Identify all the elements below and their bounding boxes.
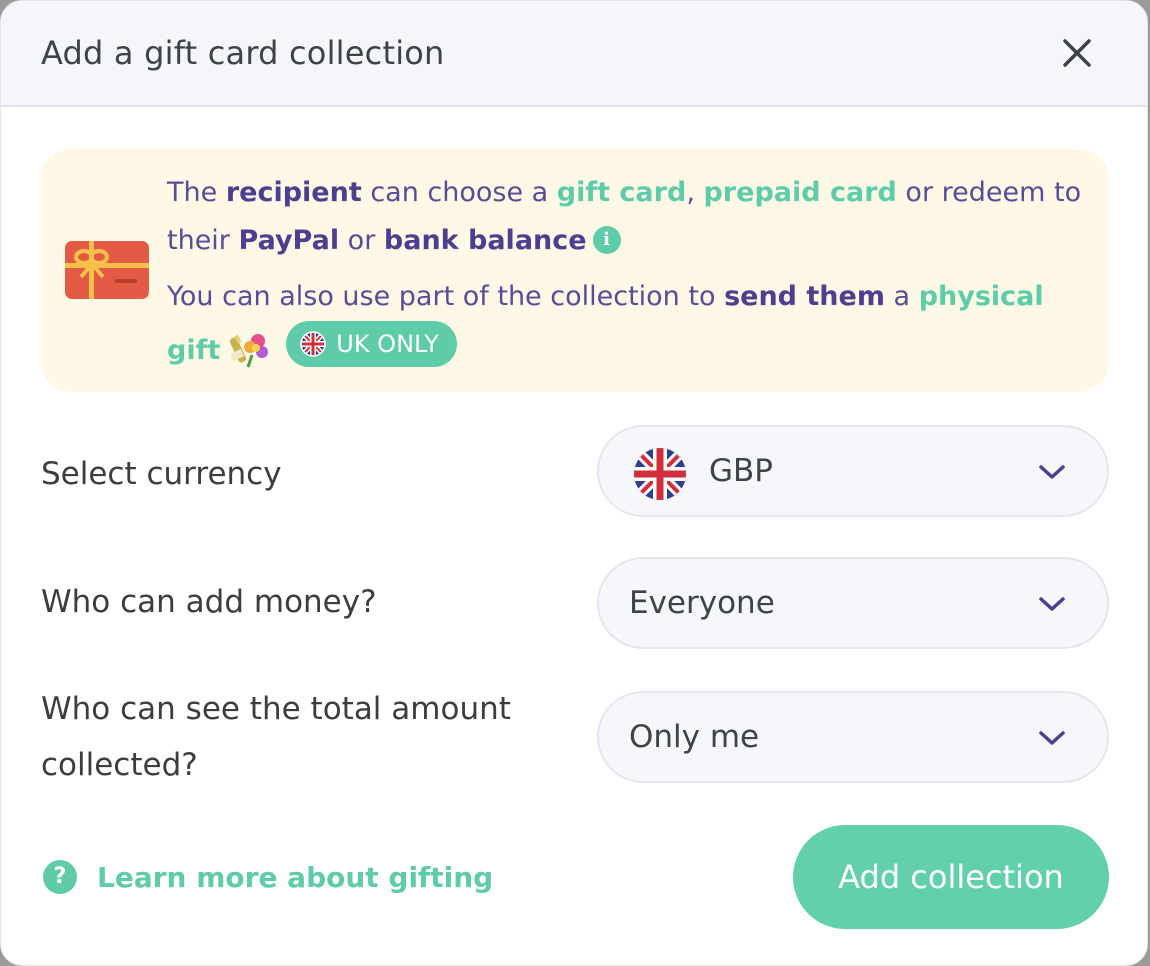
info-text-segment: a	[884, 281, 919, 312]
currency-value: GBP	[709, 453, 773, 489]
close-button[interactable]	[1059, 35, 1095, 71]
chevron-down-icon	[1039, 597, 1065, 611]
learn-more-label: Learn more about gifting	[97, 860, 494, 894]
who-see-select[interactable]: Only me	[597, 691, 1109, 783]
currency-label: Select currency	[41, 456, 282, 492]
gift-collection-modal: Add a gift card collection The recipient…	[0, 0, 1148, 966]
who-add-value: Everyone	[629, 585, 775, 621]
recipient-emphasis: recipient	[225, 177, 362, 208]
info-icon[interactable]: i	[592, 226, 621, 254]
gift-card-icon	[65, 241, 149, 299]
modal-title: Add a gift card collection	[41, 34, 445, 72]
who-see-row: Who can see the total amount collected? …	[41, 691, 1109, 783]
info-banner: The recipient can choose a gift card, pr…	[41, 149, 1109, 392]
info-text-segment: The	[167, 177, 226, 208]
info-line-2: You can also use part of the collection …	[167, 273, 1087, 375]
who-add-row: Who can add money? Everyone	[41, 557, 1109, 649]
gift-card-highlight: gift card	[556, 177, 687, 208]
prepaid-card-highlight: prepaid card	[703, 177, 897, 208]
modal-header: Add a gift card collection	[1, 1, 1147, 107]
chevron-down-icon	[1039, 731, 1065, 745]
who-see-label: Who can see the total amount collected?	[41, 691, 511, 783]
who-see-value: Only me	[629, 719, 760, 755]
uk-flag-icon	[300, 331, 326, 357]
uk-only-badge: UK ONLY	[286, 321, 457, 367]
bank-balance-emphasis: bank balance	[383, 225, 587, 256]
close-icon	[1063, 39, 1091, 67]
uk-only-label: UK ONLY	[336, 330, 439, 358]
send-them-emphasis: send them	[724, 281, 885, 312]
info-text-segment: can choose a	[361, 177, 557, 208]
info-text-segment: or	[339, 225, 384, 256]
chevron-down-icon	[1039, 465, 1065, 479]
who-add-label: Who can add money?	[41, 584, 377, 620]
add-collection-button[interactable]: Add collection	[793, 825, 1109, 929]
paypal-emphasis: PayPal	[238, 225, 340, 256]
champagne-flowers-icon	[230, 334, 269, 368]
who-add-select[interactable]: Everyone	[597, 557, 1109, 649]
info-line-1: The recipient can choose a gift card, pr…	[167, 169, 1087, 265]
currency-row: Select currency GBP	[41, 425, 1109, 525]
info-text-segment: ,	[686, 177, 704, 208]
info-text: The recipient can choose a gift card, pr…	[167, 169, 1087, 375]
currency-select[interactable]: GBP	[597, 425, 1109, 517]
info-text-segment: You can also use part of the collection …	[167, 281, 725, 312]
help-icon: ?	[43, 860, 77, 894]
learn-more-link[interactable]: ? Learn more about gifting	[43, 859, 493, 895]
uk-flag-icon	[634, 448, 686, 500]
